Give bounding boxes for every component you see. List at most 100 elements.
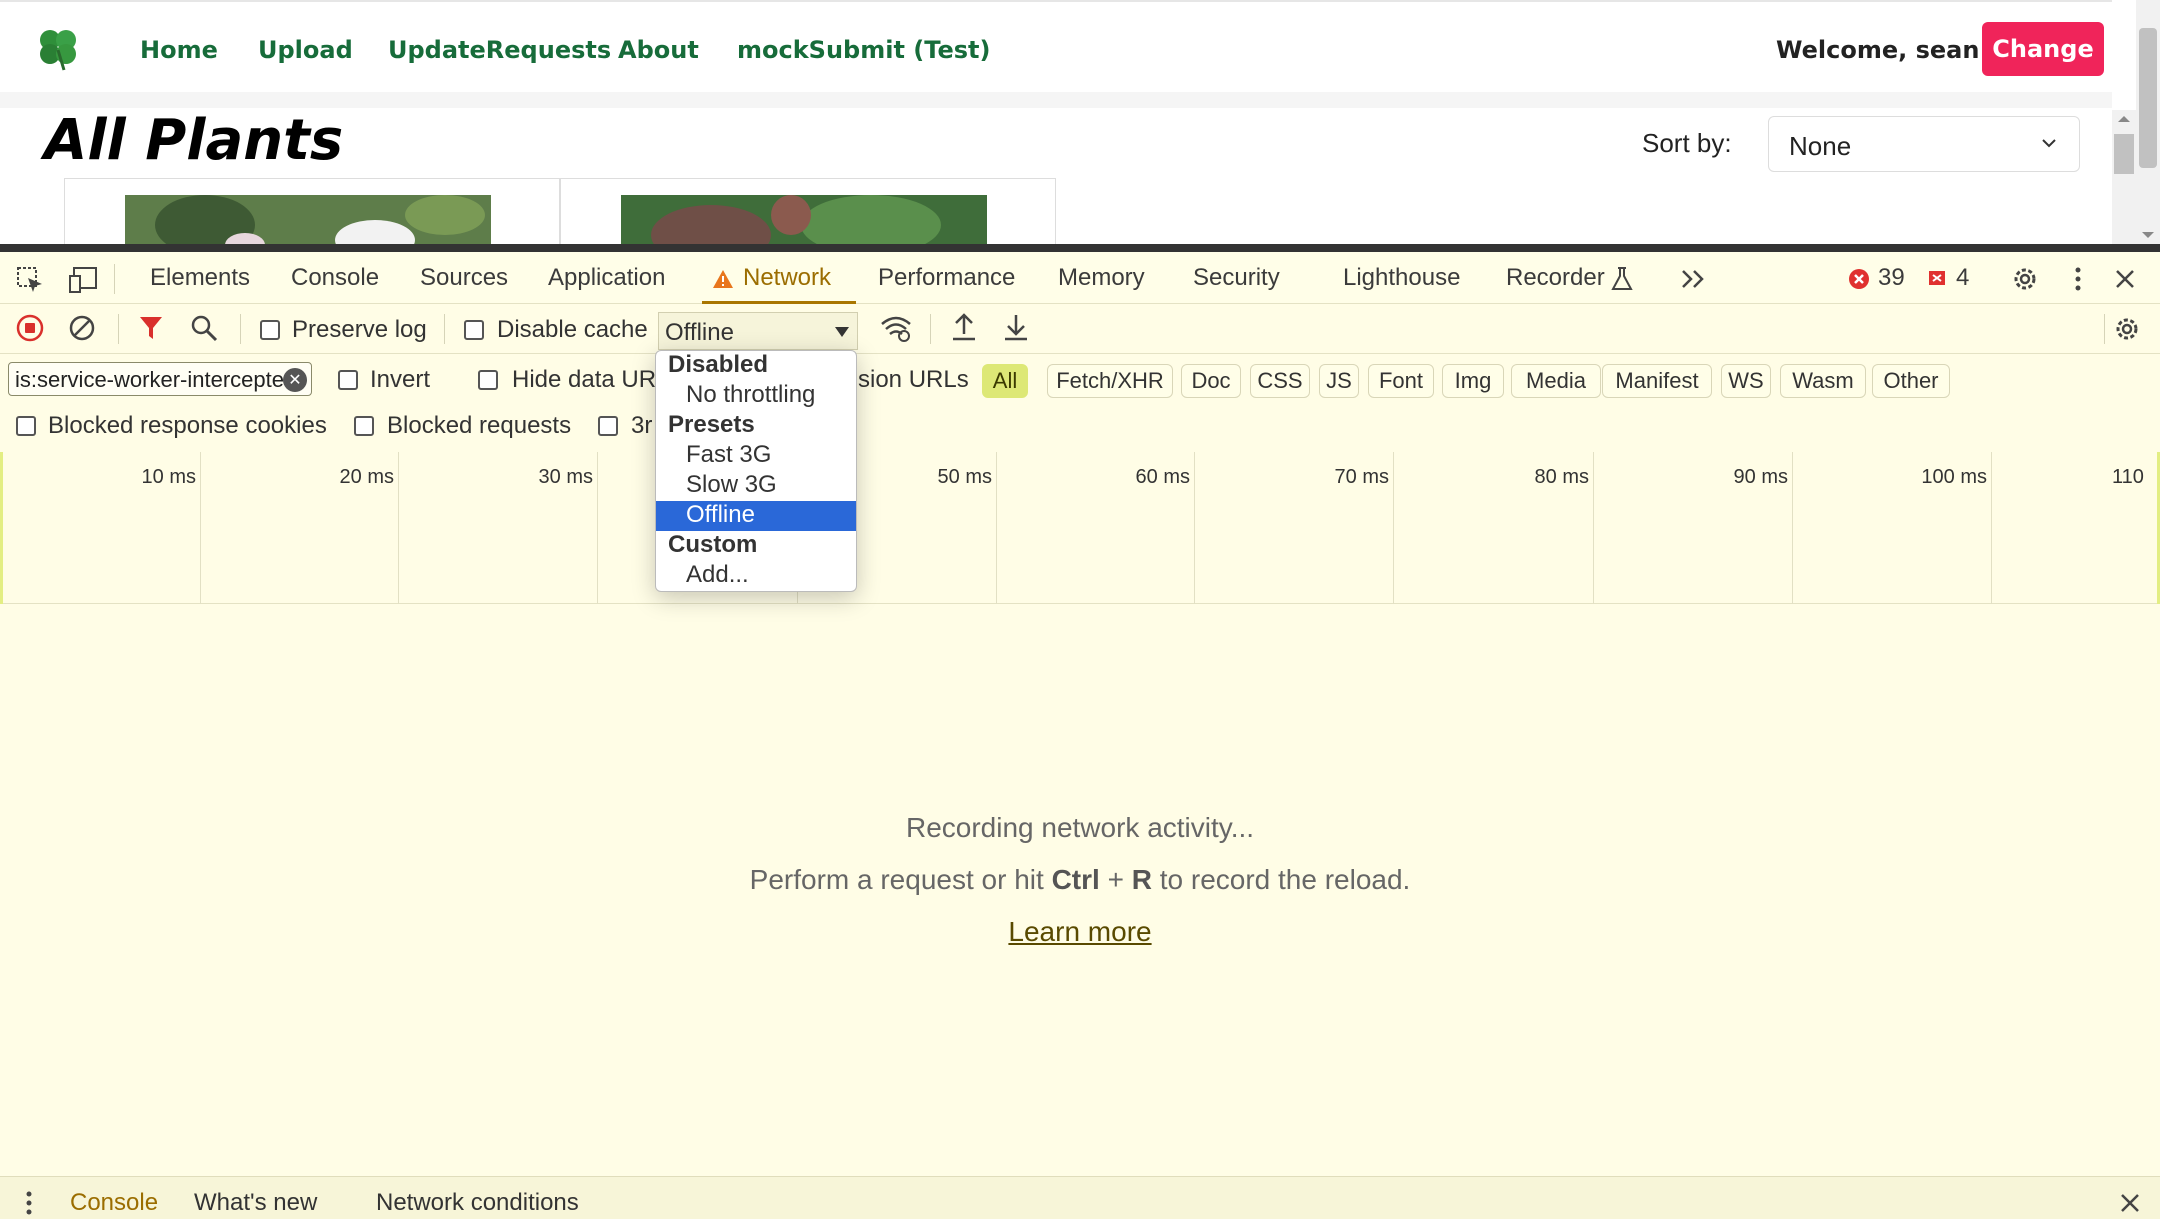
tab-sources[interactable]: Sources	[420, 264, 508, 292]
filter-type-img[interactable]: Img	[1442, 364, 1504, 398]
hide-data-urls-checkbox[interactable]	[478, 370, 498, 390]
error-count[interactable]: 39	[1878, 264, 1905, 292]
tab-security[interactable]: Security	[1193, 264, 1280, 292]
filter-type-all[interactable]: All	[982, 364, 1028, 398]
shortcut-ctrl: Ctrl	[1051, 864, 1100, 895]
drawer-menu-icon[interactable]	[22, 1189, 36, 1217]
filter-input[interactable]: is:service-worker-intercepted ✕	[8, 362, 312, 396]
flask-icon	[1611, 267, 1633, 290]
filter-type-other[interactable]: Other	[1872, 364, 1950, 398]
sort-label: Sort by:	[1642, 128, 1732, 158]
shortcut-plus: +	[1099, 864, 1132, 895]
filter-type-fetch-xhr[interactable]: Fetch/XHR	[1047, 364, 1173, 398]
issue-count[interactable]: 4	[1956, 264, 1969, 292]
settings-gear-icon[interactable]	[2010, 264, 2040, 294]
clear-filter-icon[interactable]: ✕	[283, 368, 307, 392]
nav-home-link[interactable]: Home	[140, 36, 218, 64]
timeline-gridline	[597, 452, 598, 604]
filter-type-doc[interactable]: Doc	[1181, 364, 1241, 398]
sort-select[interactable]: None	[1768, 116, 2080, 172]
recording-status-text: Recording network activity...	[905, 812, 1255, 843]
filter-funnel-icon[interactable]	[138, 314, 164, 342]
web-page: Home Upload UpdateRequests About mockSub…	[0, 0, 2160, 244]
clover-logo-icon[interactable]	[34, 24, 82, 72]
timeline-left-handle[interactable]	[0, 452, 3, 604]
timeline-overview[interactable]: 10 ms 20 ms 30 ms 50 ms 60 ms 70 ms 80 m…	[0, 452, 2160, 604]
network-toolbar: Preserve log Disable cache	[0, 304, 2160, 354]
network-settings-gear-icon[interactable]	[2112, 314, 2142, 344]
tab-performance[interactable]: Performance	[878, 264, 1015, 292]
dropdown-option-fast-3g[interactable]: Fast 3G	[656, 441, 856, 471]
timeline-gridline	[996, 452, 997, 604]
hint-prefix: Perform a request or hit	[749, 864, 1052, 895]
change-button[interactable]: Change	[1982, 22, 2104, 76]
tab-console[interactable]: Console	[291, 264, 379, 292]
dropdown-option-slow-3g[interactable]: Slow 3G	[656, 471, 856, 501]
filter-type-font[interactable]: Font	[1368, 364, 1434, 398]
filter-type-wasm[interactable]: Wasm	[1780, 364, 1866, 398]
filter-type-media[interactable]: Media	[1511, 364, 1601, 398]
tab-lighthouse[interactable]: Lighthouse	[1343, 264, 1460, 292]
dropdown-option-add[interactable]: Add...	[656, 561, 856, 591]
learn-more-link[interactable]: Learn more	[0, 916, 2160, 948]
blocked-requests-checkbox[interactable]	[354, 416, 374, 436]
error-icon	[1849, 269, 1869, 289]
nav-updaterequests-link[interactable]: UpdateRequests	[388, 36, 611, 64]
kebab-menu-icon[interactable]	[2068, 264, 2088, 294]
disable-cache-checkbox[interactable]	[464, 320, 484, 340]
timeline-gridline	[1792, 452, 1793, 604]
plant-card[interactable]	[64, 178, 560, 244]
dropdown-option-offline[interactable]: Offline	[656, 501, 856, 531]
warning-icon	[713, 270, 733, 288]
tab-network[interactable]: Network	[743, 264, 831, 292]
nav-about-link[interactable]: About	[618, 36, 699, 64]
filter-type-manifest[interactable]: Manifest	[1602, 364, 1712, 398]
tab-application[interactable]: Application	[548, 264, 665, 292]
scroll-down-arrow-icon[interactable]	[2142, 232, 2154, 238]
clear-icon[interactable]	[68, 314, 96, 342]
inspect-element-icon[interactable]	[16, 266, 44, 294]
drawer-tab-whats-new[interactable]: What's new	[194, 1189, 317, 1217]
timeline-tick-label: 100 ms	[1921, 466, 1987, 488]
drawer-tab-network-conditions[interactable]: Network conditions	[376, 1189, 579, 1217]
search-icon[interactable]	[190, 314, 218, 342]
tab-elements[interactable]: Elements	[150, 264, 250, 292]
plant-card[interactable]	[560, 178, 1056, 244]
throttling-select[interactable]: Offline	[658, 312, 858, 350]
drawer-tab-console[interactable]: Console	[70, 1189, 158, 1217]
hide-extension-urls-label: sion URLs	[858, 366, 969, 393]
network-conditions-wifi-icon[interactable]	[880, 314, 912, 342]
page-scrollbar[interactable]	[2112, 110, 2136, 244]
nav-upload-link[interactable]: Upload	[258, 36, 353, 64]
tab-memory[interactable]: Memory	[1058, 264, 1145, 292]
nav-mocksubmit-link[interactable]: mockSubmit (Test)	[737, 36, 990, 64]
dropdown-option-no-throttling[interactable]: No throttling	[656, 381, 856, 411]
blocked-filters-row: Blocked response cookies Blocked request…	[0, 404, 2160, 448]
scrollbar-thumb[interactable]	[2139, 28, 2157, 168]
timeline-tick-label: 10 ms	[141, 466, 196, 488]
dropdown-group-disabled: Disabled	[668, 351, 769, 378]
invert-checkbox[interactable]	[338, 370, 358, 390]
third-party-checkbox[interactable]	[598, 416, 618, 436]
more-tabs-chevron-icon[interactable]	[1680, 268, 1708, 290]
scroll-up-arrow-icon[interactable]	[2118, 116, 2130, 122]
device-toolbar-icon[interactable]	[68, 266, 98, 294]
close-icon[interactable]	[2114, 268, 2136, 290]
tab-recorder[interactable]: Recorder	[1506, 264, 1605, 292]
blocked-response-cookies-checkbox[interactable]	[16, 416, 36, 436]
chevron-down-icon	[2042, 139, 2056, 148]
window-scrollbar[interactable]	[2136, 0, 2160, 244]
preserve-log-checkbox[interactable]	[260, 320, 280, 340]
filter-type-ws[interactable]: WS	[1721, 364, 1771, 398]
shortcut-r: R	[1131, 864, 1152, 895]
filter-type-css[interactable]: CSS	[1250, 364, 1310, 398]
import-har-upload-icon[interactable]	[950, 312, 978, 342]
export-har-download-icon[interactable]	[1002, 312, 1030, 342]
record-stop-icon[interactable]	[16, 314, 44, 342]
timeline-tick-label: 90 ms	[1733, 466, 1788, 488]
close-drawer-icon[interactable]	[2120, 1193, 2140, 1213]
separator	[930, 314, 931, 344]
scrollbar-thumb[interactable]	[2114, 134, 2134, 174]
filter-type-js[interactable]: JS	[1319, 364, 1359, 398]
throttling-value: Offline	[665, 319, 734, 346]
